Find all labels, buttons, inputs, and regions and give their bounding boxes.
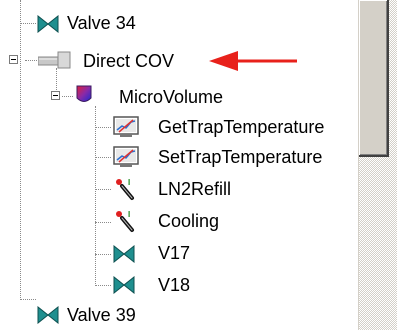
annotation-arrow: [209, 51, 297, 71]
vertical-scrollbar[interactable]: [358, 0, 397, 330]
scrollbar-thumb[interactable]: [359, 0, 389, 157]
